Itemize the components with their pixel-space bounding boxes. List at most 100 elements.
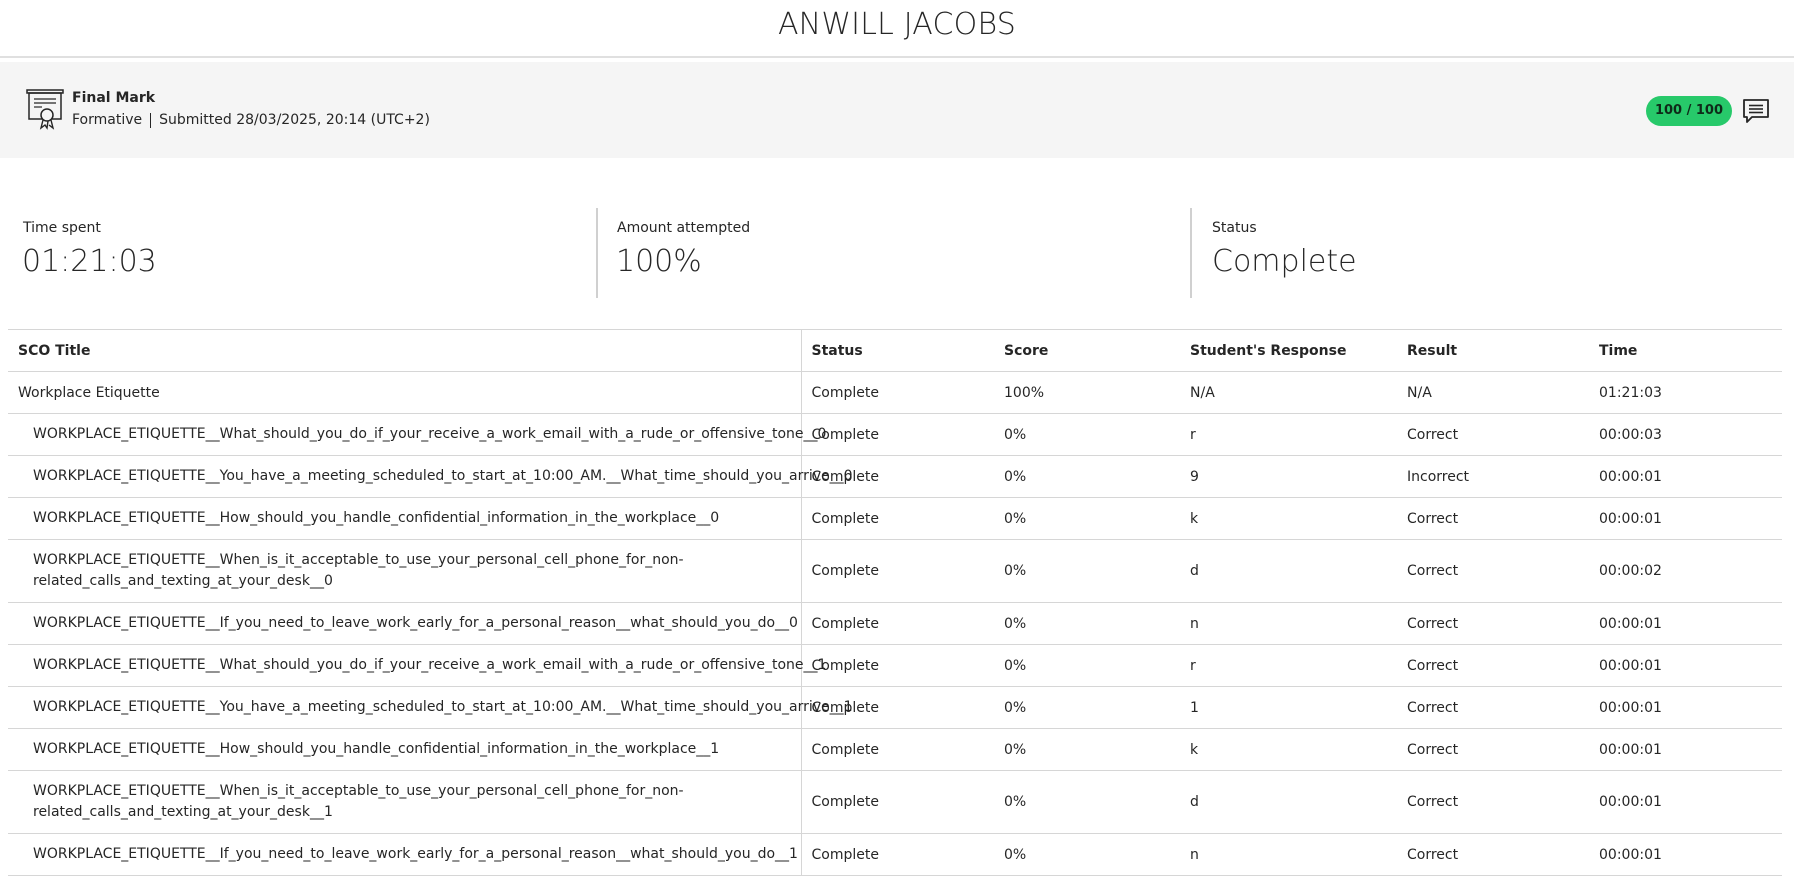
score-cell: 0%	[994, 539, 1180, 603]
time-cell: 01:21:03	[1589, 371, 1782, 414]
result-cell: Correct	[1397, 770, 1589, 834]
table-row: WORKPLACE_ETIQUETTE__You_have_a_meeting_…	[8, 686, 1782, 729]
table-row: WORKPLACE_ETIQUETTE__You_have_a_meeting_…	[8, 455, 1782, 498]
status-cell: Complete	[801, 770, 994, 834]
stat-amount-attempted: Amount attempted 100%	[598, 208, 1190, 298]
status-cell: Complete	[801, 455, 994, 498]
sco-title-cell: Workplace Etiquette	[8, 371, 802, 414]
student-response-cell: r	[1180, 644, 1397, 687]
student-response-cell: n	[1180, 833, 1397, 876]
column-header-result[interactable]: Result	[1397, 329, 1589, 372]
student-response-cell: d	[1180, 539, 1397, 603]
column-header-time[interactable]: Time	[1589, 329, 1782, 372]
grade-meta: Formative Submitted 28/03/2025, 20:14 (U…	[72, 112, 430, 128]
status-cell: Complete	[801, 497, 994, 540]
student-response-cell: k	[1180, 497, 1397, 540]
column-header-student-response[interactable]: Student's Response	[1180, 329, 1397, 372]
sco-title-cell: WORKPLACE_ETIQUETTE__If_you_need_to_leav…	[8, 833, 802, 876]
stat-label: Time spent	[23, 220, 101, 236]
time-cell: 00:00:01	[1589, 833, 1782, 876]
stat-status: Status Complete	[1192, 208, 1792, 298]
status-cell: Complete	[801, 539, 994, 603]
time-cell: 00:00:01	[1589, 455, 1782, 498]
score-cell: 0%	[994, 833, 1180, 876]
score-cell: 0%	[994, 413, 1180, 456]
stat-value: 01:21:03	[22, 244, 157, 279]
score-cell: 0%	[994, 644, 1180, 687]
score-cell: 0%	[994, 455, 1180, 498]
attempt-stats: Time spent 01:21:03 Amount attempted 100…	[0, 208, 1794, 298]
score-cell: 0%	[994, 770, 1180, 834]
result-cell: Correct	[1397, 686, 1589, 729]
result-cell: Correct	[1397, 644, 1589, 687]
column-header-status[interactable]: Status	[801, 329, 994, 372]
result-cell: Correct	[1397, 413, 1589, 456]
status-cell: Complete	[801, 833, 994, 876]
table-row: WORKPLACE_ETIQUETTE__How_should_you_hand…	[8, 497, 1782, 540]
result-cell: Correct	[1397, 497, 1589, 540]
column-header-score[interactable]: Score	[994, 329, 1180, 372]
submission-date: Submitted 28/03/2025, 20:14 (UTC+2)	[159, 112, 430, 128]
time-cell: 00:00:01	[1589, 686, 1782, 729]
grade-type: Formative	[72, 112, 143, 128]
grade-score-pill[interactable]: 100 / 100	[1646, 96, 1732, 126]
top-header: ANWILL JACOBS	[0, 0, 1794, 58]
table-row: WORKPLACE_ETIQUETTE__How_should_you_hand…	[8, 728, 1782, 771]
score-cell: 0%	[994, 497, 1180, 540]
grade-summary-bar: Final Mark Formative Submitted 28/03/202…	[0, 62, 1794, 158]
score-cell: 0%	[994, 602, 1180, 645]
table-row: WORKPLACE_ETIQUETTE__If_you_need_to_leav…	[8, 602, 1782, 645]
table-row: WORKPLACE_ETIQUETTE__If_you_need_to_leav…	[8, 833, 1782, 876]
meta-divider	[150, 112, 152, 128]
table-row: WORKPLACE_ETIQUETTE__When_is_it_acceptab…	[8, 770, 1782, 834]
time-cell: 00:00:01	[1589, 770, 1782, 834]
student-response-cell: 9	[1180, 455, 1397, 498]
time-cell: 00:00:01	[1589, 602, 1782, 645]
sco-title-cell: WORKPLACE_ETIQUETTE__When_is_it_acceptab…	[8, 539, 802, 603]
sco-title-cell: WORKPLACE_ETIQUETTE__What_should_you_do_…	[8, 413, 826, 456]
status-cell: Complete	[801, 686, 994, 729]
student-response-cell: r	[1180, 413, 1397, 456]
status-cell: Complete	[801, 413, 994, 456]
sco-title-cell: WORKPLACE_ETIQUETTE__How_should_you_hand…	[8, 728, 802, 771]
result-cell: N/A	[1397, 371, 1589, 414]
score-cell: 0%	[994, 728, 1180, 771]
sco-title-cell: WORKPLACE_ETIQUETTE__What_should_you_do_…	[8, 644, 826, 687]
stat-label: Status	[1212, 220, 1257, 236]
column-header-sco-title[interactable]: SCO Title	[8, 329, 802, 372]
table-body: Workplace Etiquette Complete 100% N/A N/A 01:…	[8, 371, 1782, 876]
time-cell: 00:00:01	[1589, 497, 1782, 540]
status-cell: Complete	[801, 602, 994, 645]
status-cell: Complete	[801, 371, 994, 414]
stat-time-spent: Time spent 01:21:03	[0, 208, 595, 298]
stat-value: 100%	[616, 244, 702, 279]
table-header-row: SCO Title Status Score Student's Respons…	[8, 329, 1782, 372]
result-cell: Correct	[1397, 728, 1589, 771]
table-row: WORKPLACE_ETIQUETTE__What_should_you_do_…	[8, 644, 1782, 687]
result-cell: Correct	[1397, 833, 1589, 876]
score-cell: 100%	[994, 371, 1180, 414]
time-cell: 00:00:02	[1589, 539, 1782, 603]
table-row: WORKPLACE_ETIQUETTE__When_is_it_acceptab…	[8, 539, 1782, 603]
student-response-cell: d	[1180, 770, 1397, 834]
time-cell: 00:00:01	[1589, 644, 1782, 687]
result-cell: Correct	[1397, 602, 1589, 645]
time-cell: 00:00:03	[1589, 413, 1782, 456]
certificate-icon	[26, 88, 64, 130]
student-response-cell: N/A	[1180, 371, 1397, 414]
table-row: Workplace Etiquette Complete 100% N/A N/A 01:…	[8, 371, 1782, 414]
stat-value: Complete	[1212, 244, 1357, 279]
student-response-cell: k	[1180, 728, 1397, 771]
time-cell: 00:00:01	[1589, 728, 1782, 771]
sco-results-table: SCO Title Status Score Student's Respons…	[8, 329, 1782, 876]
sco-title-cell: WORKPLACE_ETIQUETTE__You_have_a_meeting_…	[8, 686, 853, 729]
sco-title-cell: WORKPLACE_ETIQUETTE__How_should_you_hand…	[8, 497, 802, 540]
score-cell: 0%	[994, 686, 1180, 729]
sco-title-cell: WORKPLACE_ETIQUETTE__If_you_need_to_leav…	[8, 602, 802, 645]
feedback-comment-icon[interactable]	[1742, 98, 1770, 124]
student-response-cell: n	[1180, 602, 1397, 645]
sco-title-cell: WORKPLACE_ETIQUETTE__When_is_it_acceptab…	[8, 770, 802, 834]
stat-label: Amount attempted	[617, 220, 751, 236]
result-cell: Incorrect	[1397, 455, 1589, 498]
table-row: WORKPLACE_ETIQUETTE__What_should_you_do_…	[8, 413, 1782, 456]
